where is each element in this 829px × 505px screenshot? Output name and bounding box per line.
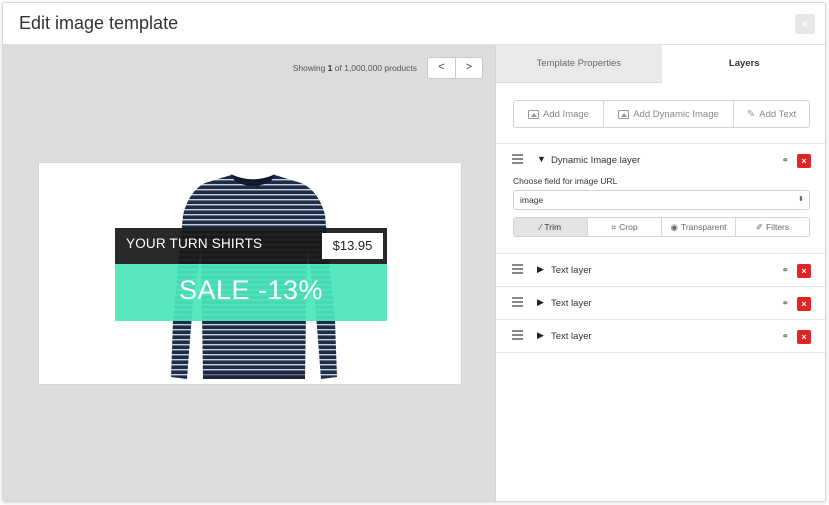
- caret-right-icon[interactable]: ▶: [537, 264, 544, 275]
- layer-name: Text layer: [551, 331, 592, 342]
- divider: [496, 352, 825, 353]
- image-icon: [528, 109, 540, 119]
- previous-product-button[interactable]: <: [428, 58, 455, 78]
- link-icon[interactable]: ⚭: [781, 155, 789, 166]
- showing-prefix: Showing: [292, 63, 328, 73]
- dialog-title: Edit image template: [19, 13, 179, 33]
- next-product-button[interactable]: >: [455, 58, 482, 78]
- delete-layer-button[interactable]: ×: [797, 330, 811, 344]
- link-icon[interactable]: ⚭: [781, 265, 789, 276]
- product-pager: Showing 1 of 1,000,000 products < >: [293, 57, 483, 79]
- image-tools: ⁄ Trim ⌗ Crop ◉ Transparent ✐ Filters: [513, 217, 810, 237]
- wand-icon: ⁄: [539, 222, 542, 232]
- layer-row-dynamic-image[interactable]: ▼ Dynamic Image layer ⚭ ×: [496, 144, 825, 176]
- select-value: image: [520, 195, 544, 205]
- add-text-label: Add Text: [759, 108, 797, 120]
- layer-name: Dynamic Image layer: [551, 155, 641, 166]
- template-preview: YOUR TURN SHIRTS $13.95 SALE -13%: [39, 163, 461, 384]
- drag-handle-icon[interactable]: [512, 297, 523, 307]
- transparent-button[interactable]: ◉ Transparent: [661, 218, 735, 236]
- field-label: Choose field for image URL: [513, 176, 618, 186]
- add-dynamic-image-label: Add Dynamic Image: [633, 108, 719, 120]
- link-icon[interactable]: ⚭: [781, 331, 789, 342]
- layer-row-text[interactable]: ▶ Text layer ⚭ ×: [496, 287, 825, 319]
- price-tag: $13.95: [322, 233, 383, 259]
- crop-label: Crop: [619, 222, 638, 232]
- filters-button[interactable]: ✐ Filters: [735, 218, 809, 236]
- pager-nav: < >: [427, 57, 483, 79]
- add-layer-toolbar: Add Image Add Dynamic Image ✎ Add Text: [513, 100, 810, 128]
- add-dynamic-image-button[interactable]: Add Dynamic Image: [603, 101, 733, 127]
- showing-suffix: of 1,000,000 products: [332, 63, 417, 73]
- caret-right-icon[interactable]: ▶: [537, 330, 544, 341]
- layer-name: Text layer: [551, 265, 592, 276]
- delete-layer-button[interactable]: ×: [797, 297, 811, 311]
- canvas-area: Showing 1 of 1,000,000 products < > YOUR…: [3, 45, 495, 501]
- pencil-icon: ✎: [746, 108, 756, 120]
- crop-icon: ⌗: [611, 221, 617, 232]
- eye-icon: ◉: [670, 221, 678, 232]
- delete-layer-button[interactable]: ×: [797, 154, 811, 168]
- properties-panel: Template Properties Layers Add Image Add…: [495, 45, 825, 501]
- layer-name: Text layer: [551, 298, 592, 309]
- layer-row-text[interactable]: ▶ Text layer ⚭ ×: [496, 320, 825, 352]
- transparent-label: Transparent: [680, 222, 727, 232]
- tab-template-properties[interactable]: Template Properties: [496, 45, 662, 83]
- drag-handle-icon[interactable]: [512, 264, 523, 274]
- delete-layer-button[interactable]: ×: [797, 264, 811, 278]
- add-image-label: Add Image: [543, 108, 589, 120]
- add-image-button[interactable]: Add Image: [514, 101, 603, 127]
- layer-row-text[interactable]: ▶ Text layer ⚭ ×: [496, 254, 825, 286]
- panel-tabs: Template Properties Layers: [496, 45, 825, 83]
- trim-button[interactable]: ⁄ Trim: [514, 218, 587, 236]
- trim-label: Trim: [544, 222, 562, 232]
- crop-button[interactable]: ⌗ Crop: [587, 218, 661, 236]
- dialog-header: Edit image template ×: [3, 3, 825, 45]
- brand-text: YOUR TURN SHIRTS: [126, 236, 263, 251]
- drag-handle-icon[interactable]: [512, 154, 523, 164]
- edit-image-template-dialog: Edit image template × Showing 1 of 1,000…: [2, 2, 826, 502]
- link-icon[interactable]: ⚭: [781, 298, 789, 309]
- caret-right-icon[interactable]: ▶: [537, 297, 544, 308]
- image-url-field-select[interactable]: image ⬍: [513, 190, 810, 210]
- tab-layers[interactable]: Layers: [661, 45, 825, 83]
- add-text-button[interactable]: ✎ Add Text: [733, 101, 809, 127]
- drag-handle-icon[interactable]: [512, 330, 523, 340]
- brush-icon: ✐: [755, 221, 763, 232]
- sale-text: SALE -13%: [178, 275, 324, 305]
- close-button[interactable]: ×: [795, 14, 815, 34]
- caret-down-icon[interactable]: ▼: [537, 154, 546, 164]
- filters-label: Filters: [765, 222, 790, 232]
- image-icon: [618, 109, 630, 119]
- showing-count: Showing 1 of 1,000,000 products: [293, 63, 417, 73]
- select-arrows-icon: ⬍: [798, 196, 804, 203]
